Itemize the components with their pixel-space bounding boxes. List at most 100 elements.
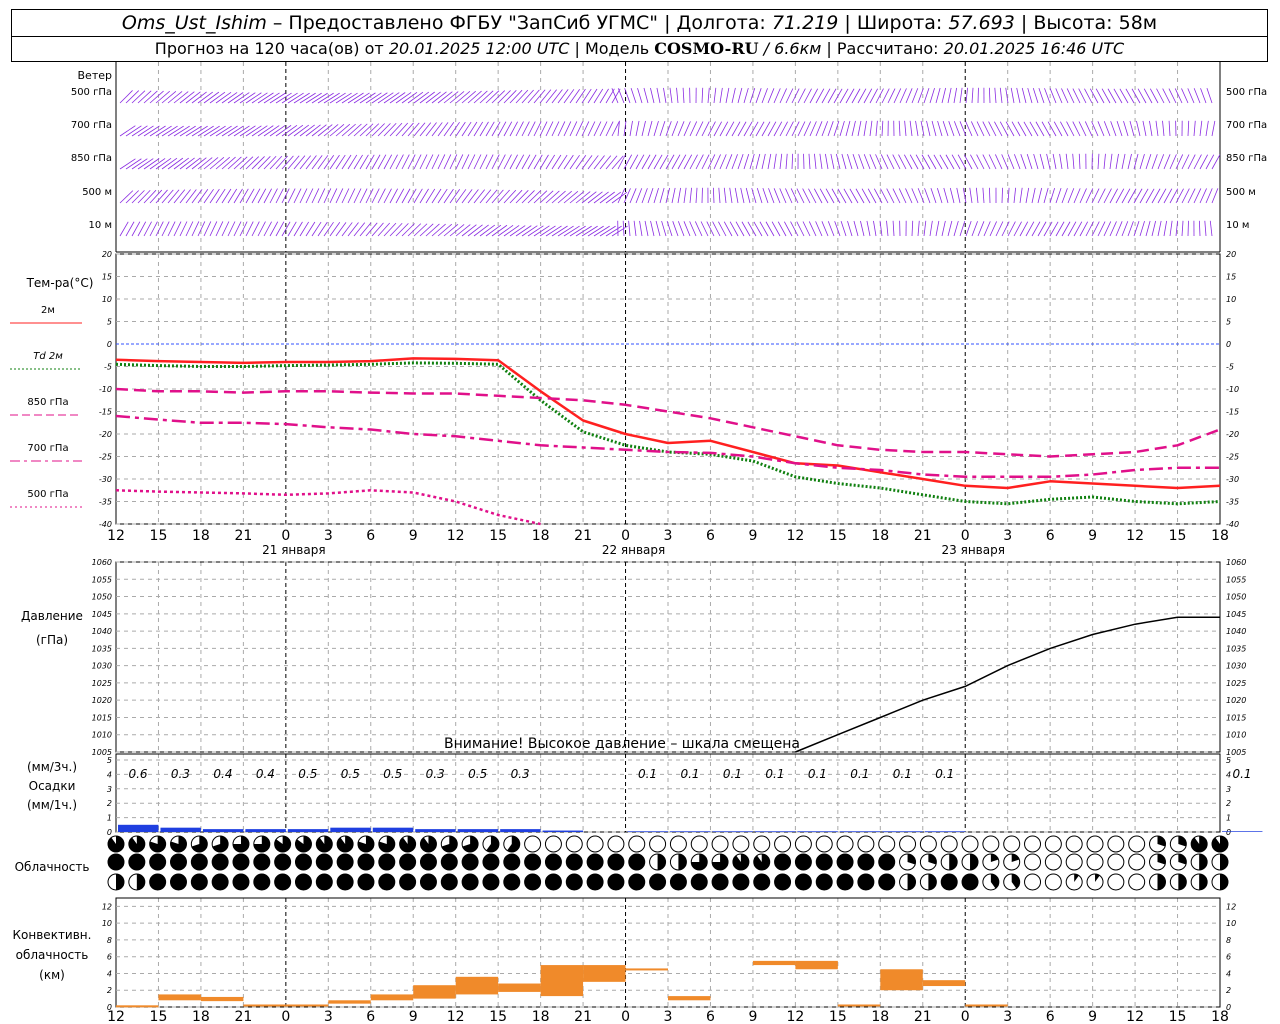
- wind-barb: [1103, 188, 1112, 204]
- wind-barb: [1162, 88, 1171, 104]
- wind-barb: [503, 154, 512, 170]
- wind-barb: [263, 221, 272, 237]
- wind-barb: [779, 88, 787, 104]
- precip-unit-3h: (мм/3ч.): [27, 760, 77, 774]
- wind-barb: [953, 87, 958, 104]
- conv-hour-tick-label: 0: [961, 1009, 970, 1024]
- cloud-symbol-fill: [1178, 874, 1187, 890]
- wind-barb: [227, 156, 242, 170]
- cloud-symbol: [565, 835, 583, 853]
- wind-barb: [581, 191, 597, 204]
- wind-barb: [515, 121, 524, 137]
- wind-barb: [845, 120, 851, 137]
- cloud-symbol-fill: [795, 854, 812, 870]
- wind-barb: [1115, 221, 1123, 237]
- wind-barb: [341, 188, 350, 204]
- conv-bar: [880, 969, 923, 991]
- wind-barb: [779, 153, 783, 170]
- wind-barb: [713, 87, 717, 104]
- wind-barb: [677, 221, 685, 237]
- wind-barb: [815, 221, 823, 237]
- wind-barb: [815, 88, 825, 104]
- conv-hour-tick-label: 21: [574, 1009, 592, 1024]
- cloud-symbol: [1107, 853, 1125, 871]
- wind-barb: [257, 156, 271, 170]
- wind-barb: [149, 189, 163, 204]
- wind-barb: [617, 88, 625, 104]
- precip-3h-label: 0.1: [723, 767, 742, 781]
- wind-barb: [359, 188, 368, 204]
- wind-barb: [947, 87, 952, 104]
- wind-barb: [880, 154, 889, 170]
- wind-barb: [629, 120, 633, 137]
- wind-barb: [425, 154, 434, 170]
- wind-barb: [880, 188, 889, 204]
- precip-bar: [627, 831, 668, 832]
- wind-barb: [551, 89, 563, 104]
- wind-barb: [311, 188, 320, 204]
- temp-tick-right: 0: [1226, 340, 1231, 349]
- hour-tick-label: 0: [961, 528, 970, 544]
- wind-barb: [317, 155, 329, 170]
- wind-barb: [785, 153, 788, 170]
- temp-legend-label: 850 гПа: [27, 397, 68, 408]
- temp-legend-label: 700 гПа: [27, 443, 68, 454]
- wind-barb: [982, 154, 991, 170]
- pressure-tick-right: 1060: [1226, 558, 1246, 567]
- wind-level-label-right: 700 гПа: [1226, 120, 1267, 131]
- wind-barb: [605, 121, 614, 137]
- wind-barb: [557, 190, 572, 204]
- cloud-symbol-fill: [337, 854, 354, 870]
- cloud-symbol-fill: [462, 854, 479, 870]
- wind-barb: [1121, 221, 1129, 237]
- wind-barb: [305, 124, 321, 137]
- conv-hour-tick-label: 9: [748, 1009, 757, 1024]
- pressure-tick-right: 1055: [1226, 575, 1246, 584]
- wind-barb: [1053, 121, 1063, 137]
- wind-barb: [628, 220, 631, 237]
- precip-bar: [1222, 831, 1263, 832]
- wind-barb: [263, 155, 277, 170]
- hour-tick-label: 18: [532, 528, 550, 544]
- temp-legend-label: 2м: [41, 305, 55, 316]
- temp-tick-left: -15: [99, 408, 112, 417]
- wind-barb: [867, 188, 877, 204]
- wind-barb: [395, 188, 405, 204]
- wind-barb: [797, 121, 806, 137]
- wind-barb: [898, 154, 907, 170]
- wind-barb: [881, 120, 884, 137]
- wind-barb: [119, 190, 134, 204]
- wind-barb: [886, 154, 895, 170]
- wind-barb: [869, 120, 873, 137]
- wind-barb: [682, 87, 685, 104]
- wind-barb: [167, 91, 183, 104]
- wind-barb: [323, 155, 335, 170]
- wind-barb: [383, 188, 392, 204]
- wind-barb: [853, 220, 859, 237]
- precip-3h-label: 0.1: [893, 767, 912, 781]
- cloud-symbol-fill: [774, 854, 791, 870]
- wind-barb: [701, 154, 710, 170]
- wind-barb: [941, 87, 947, 104]
- wind-level-label-left: 850 гПа: [71, 153, 112, 164]
- conv-bar: [285, 1004, 329, 1007]
- precip-bar: [542, 830, 584, 832]
- conv-hour-tick-label: 3: [664, 1009, 673, 1024]
- cloud-symbol: [649, 835, 667, 853]
- wind-level-label-left: 10 м: [89, 220, 112, 231]
- wind-barb: [796, 188, 805, 204]
- wind-barb: [551, 121, 560, 137]
- wind-barb: [413, 223, 428, 237]
- wind-barb: [521, 121, 530, 137]
- wind-barb: [377, 188, 386, 204]
- wind-barb: [221, 92, 238, 104]
- hour-tick-label: 18: [1211, 528, 1229, 544]
- wind-barb: [347, 222, 359, 237]
- wind-barb: [873, 188, 883, 204]
- wind-barb: [191, 91, 207, 104]
- wind-barb: [852, 154, 859, 170]
- precip-3h-label: 0.1: [935, 767, 954, 781]
- wind-barb: [1143, 88, 1153, 104]
- wind-barb: [873, 220, 877, 237]
- wind-barb: [473, 90, 488, 104]
